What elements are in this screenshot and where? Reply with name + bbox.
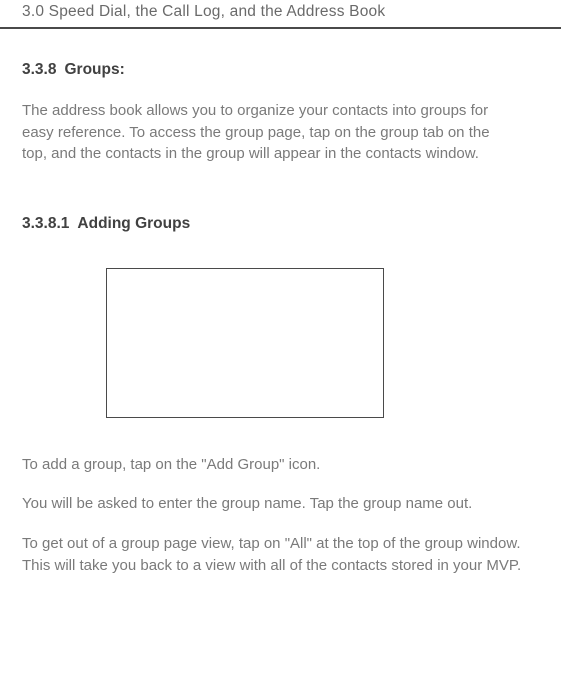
section-title: Groups:: [64, 61, 124, 78]
section-3-3-8-1-paragraph-1: To add a group, tap on the "Add Group" i…: [22, 454, 522, 476]
subsection-title: Adding Groups: [77, 215, 190, 232]
section-3-3-8-paragraph: The address book allows you to organize …: [22, 100, 502, 165]
section-heading-3-3-8: 3.3.8 Groups:: [22, 59, 539, 81]
section-number: 3.3.8: [22, 61, 56, 78]
section-heading-3-3-8-1: 3.3.8.1 Adding Groups: [22, 213, 539, 235]
subsection-number: 3.3.8.1: [22, 215, 69, 232]
section-3-3-8-1-paragraph-3: To get out of a group page view, tap on …: [22, 533, 522, 577]
section-3-3-8-1-paragraph-2: You will be asked to enter the group nam…: [22, 493, 522, 515]
document-page: 3.0 Speed Dial, the Call Log, and the Ad…: [0, 0, 561, 693]
running-header: 3.0 Speed Dial, the Call Log, and the Ad…: [0, 0, 561, 29]
figure-placeholder: [106, 268, 384, 418]
